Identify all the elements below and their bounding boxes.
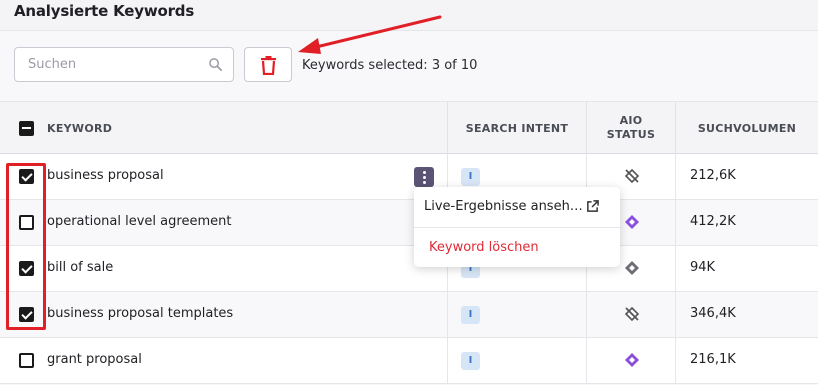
- header-search-intent[interactable]: SEARCH INTENT: [448, 102, 586, 154]
- table-row[interactable]: business proposal templates I 346,4K: [0, 292, 818, 338]
- select-all-checkbox[interactable]: [19, 121, 34, 136]
- external-link-icon[interactable]: [586, 200, 599, 213]
- intent-badge: I: [461, 306, 480, 324]
- header-aio-line1: AIO: [619, 114, 643, 127]
- table-row[interactable]: operational level agreement I 412,2K: [0, 200, 818, 246]
- keyword-cell: operational level agreement: [47, 214, 232, 229]
- keyword-cell: business proposal: [47, 168, 164, 183]
- menu-view-live-results[interactable]: Live-Ergebnisse anseh…: [424, 199, 583, 214]
- intent-badge: I: [461, 352, 480, 370]
- keyword-cell: bill of sale: [47, 260, 114, 275]
- keyword-cell: business proposal templates: [47, 306, 234, 321]
- delete-selected-button[interactable]: [244, 47, 292, 82]
- volume-cell: 216,1K: [690, 352, 736, 367]
- row-context-menu: Live-Ergebnisse anseh… Keyword löschen: [414, 187, 620, 267]
- eye-off-icon: [624, 168, 640, 184]
- ai-diamond-grey-icon: [625, 261, 639, 275]
- header-keyword[interactable]: KEYWORD: [47, 102, 112, 154]
- menu-delete-keyword[interactable]: Keyword löschen: [429, 240, 539, 255]
- ai-diamond-icon: [625, 353, 639, 367]
- page-title: Analysierte Keywords: [14, 2, 195, 20]
- keyword-cell: grant proposal: [47, 352, 142, 367]
- volume-cell: 94K: [690, 260, 716, 275]
- table-row[interactable]: business proposal I 212,6K: [0, 154, 818, 200]
- search-icon[interactable]: [208, 57, 223, 72]
- annotation-highlight-box: [6, 163, 46, 330]
- intent-badge: I: [461, 168, 480, 186]
- trash-icon: [261, 56, 276, 75]
- search-input[interactable]: [15, 48, 205, 81]
- row-checkbox[interactable]: [19, 353, 34, 368]
- table-row[interactable]: bill of sale I 94K: [0, 246, 818, 292]
- more-actions-button[interactable]: [414, 167, 434, 187]
- volume-cell: 412,2K: [690, 214, 736, 229]
- volume-cell: 212,6K: [690, 168, 736, 183]
- selection-count: Keywords selected: 3 of 10: [302, 58, 478, 73]
- header-volume[interactable]: SUCHVOLUMEN: [676, 102, 818, 154]
- header-aio-status[interactable]: AIO STATUS: [587, 102, 675, 154]
- eye-off-icon: [624, 306, 640, 322]
- annotation-arrow: [298, 15, 442, 54]
- table-row[interactable]: grant proposal I 216,1K: [0, 338, 818, 384]
- table-header: KEYWORD SEARCH INTENT AIO STATUS SUCHVOL…: [0, 101, 818, 154]
- ai-diamond-icon: [625, 215, 639, 229]
- menu-divider: [414, 227, 620, 228]
- volume-cell: 346,4K: [690, 306, 736, 321]
- header-aio-line2: STATUS: [606, 128, 656, 141]
- search-box[interactable]: [14, 47, 234, 82]
